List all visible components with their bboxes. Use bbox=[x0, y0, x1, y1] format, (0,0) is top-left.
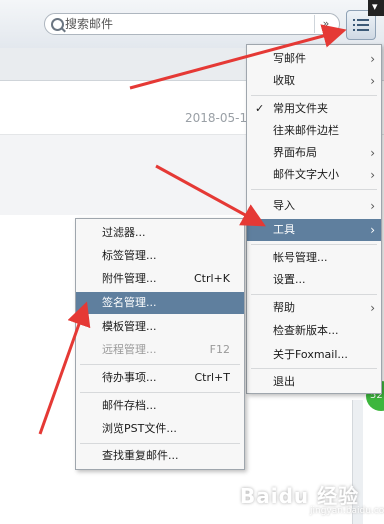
toolbar: » ▾ bbox=[0, 0, 384, 49]
chevron-right-icon: › bbox=[370, 74, 375, 88]
menu-item-import[interactable]: 导入 › bbox=[247, 195, 381, 217]
menu-item-compose[interactable]: 写邮件 › bbox=[247, 48, 381, 70]
menu-separator bbox=[251, 368, 377, 369]
menu-item-common-folders[interactable]: ✓ 常用文件夹 bbox=[247, 98, 381, 120]
search-box[interactable]: » bbox=[44, 13, 340, 35]
watermark-logo: Baidu 经验 bbox=[240, 484, 360, 508]
mail-date: 2018-05-1 bbox=[185, 111, 248, 125]
menu-separator bbox=[80, 443, 240, 444]
menu-item-tools[interactable]: 工具 › bbox=[247, 219, 381, 241]
menu-separator bbox=[251, 95, 377, 96]
menu-item-todo[interactable]: 待办事项... Ctrl+T bbox=[76, 367, 244, 389]
menu-separator bbox=[80, 364, 240, 365]
menu-separator bbox=[251, 244, 377, 245]
menu-item-settings[interactable]: 设置... bbox=[247, 269, 381, 291]
watermark-url: jingyan.baidu.com bbox=[310, 506, 384, 516]
chevron-right-icon: › bbox=[370, 168, 375, 182]
menu-item-remote-manager: 远程管理... F12 bbox=[102, 343, 230, 356]
menu-item-about[interactable]: 关于Foxmail... bbox=[247, 344, 381, 366]
menu-item-contact-sidebar[interactable]: 往来邮件边栏 bbox=[247, 120, 381, 142]
menu-item-filters[interactable]: 过滤器... bbox=[76, 222, 244, 244]
search-input[interactable] bbox=[65, 15, 305, 33]
menu-item-browse-pst[interactable]: 浏览PST文件... bbox=[76, 418, 244, 440]
chevron-right-icon: › bbox=[370, 199, 375, 213]
menu-item-font-size[interactable]: 邮件文字大小 › bbox=[247, 164, 381, 186]
window-corner-button[interactable]: ▾ bbox=[368, 0, 384, 16]
search-icon bbox=[51, 18, 64, 31]
search-dropdown-button[interactable]: » bbox=[314, 15, 337, 33]
mail-preview-area bbox=[0, 135, 250, 215]
menu-item-signature-manager[interactable]: 签名管理... bbox=[76, 292, 244, 314]
menu-item-mail-archive[interactable]: 邮件存档... bbox=[76, 395, 244, 417]
menu-item-template-manager[interactable]: 模板管理... bbox=[76, 316, 244, 338]
menu-item-tag-manager[interactable]: 标签管理... bbox=[76, 245, 244, 267]
chevron-right-icon: › bbox=[370, 223, 375, 237]
chevron-right-icon: › bbox=[370, 146, 375, 160]
menu-separator bbox=[251, 294, 377, 295]
check-icon: ✓ bbox=[255, 102, 265, 115]
menu-item-account-manager[interactable]: 帐号管理... bbox=[247, 247, 381, 269]
menu-separator bbox=[80, 392, 240, 393]
menu-item-layout[interactable]: 界面布局 › bbox=[247, 142, 381, 164]
main-menu: 写邮件 › 收取 › ✓ 常用文件夹 往来邮件边栏 界面布局 › 邮件文字大小 › 导入 ›… bbox=[246, 44, 382, 394]
menu-item-check-update[interactable]: 检查新版本... bbox=[247, 320, 381, 342]
menu-list-icon bbox=[353, 19, 355, 21]
chevron-right-icon: › bbox=[370, 301, 375, 315]
menu-item-find-duplicates[interactable]: 查找重复邮件... bbox=[76, 445, 244, 467]
menu-separator bbox=[251, 189, 377, 190]
menu-item-exit[interactable]: 退出 bbox=[247, 371, 381, 393]
menu-item-receive[interactable]: 收取 › bbox=[247, 70, 381, 92]
tools-submenu: 过滤器... 标签管理... 附件管理... Ctrl+K 签名管理... 模板管… bbox=[75, 218, 245, 470]
menu-item-attachment-manager[interactable]: 附件管理... Ctrl+K bbox=[76, 268, 244, 290]
menu-item-help[interactable]: 帮助 › bbox=[247, 297, 381, 319]
chevron-right-icon: › bbox=[370, 52, 375, 66]
